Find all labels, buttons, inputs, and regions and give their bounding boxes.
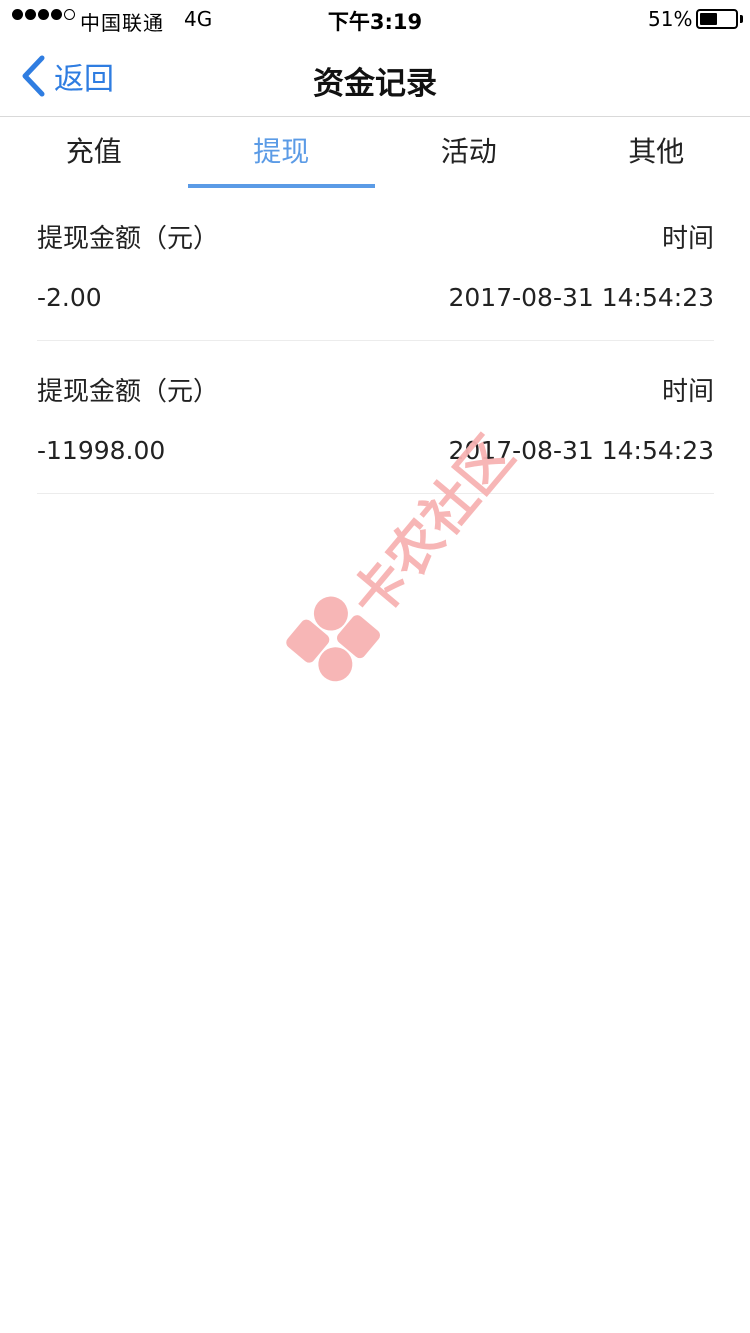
records-list: 提现金额（元） 时间 -2.00 2017-08-31 14:54:23 提现金… <box>37 188 714 494</box>
list-item: 提现金额（元） 时间 -2.00 2017-08-31 14:54:23 <box>37 188 714 341</box>
status-time: 下午3:19 <box>327 10 423 34</box>
tab-recharge[interactable]: 充值 <box>0 118 188 188</box>
tab-withdraw[interactable]: 提现 <box>187 118 376 188</box>
battery-percent: 51% <box>648 7 693 31</box>
time-label: 时间 <box>661 224 714 254</box>
screen: 中国联通 4G 下午3:19 51% 返回 资金记录 充值 提现 活动 其他 提… <box>0 0 750 1333</box>
time-label: 时间 <box>661 377 714 407</box>
tab-activity[interactable]: 活动 <box>375 118 563 188</box>
amount-value: -11998.00 <box>37 436 166 465</box>
status-bar: 中国联通 4G 下午3:19 51% <box>0 0 750 40</box>
amount-label: 提现金额（元） <box>37 377 220 407</box>
tab-other[interactable]: 其他 <box>563 118 750 188</box>
nav-bar: 返回 资金记录 <box>0 40 750 117</box>
battery-tip <box>740 15 743 23</box>
amount-label: 提现金额（元） <box>37 224 220 254</box>
list-item: 提现金额（元） 时间 -11998.00 2017-08-31 14:54:23 <box>37 341 714 494</box>
amount-value: -2.00 <box>37 283 102 312</box>
page-title: 资金记录 <box>313 66 437 102</box>
battery-icon <box>696 9 738 29</box>
time-value: 2017-08-31 14:54:23 <box>448 283 714 312</box>
battery-fill <box>700 13 717 25</box>
tab-bar: 充值 提现 活动 其他 <box>0 118 750 188</box>
